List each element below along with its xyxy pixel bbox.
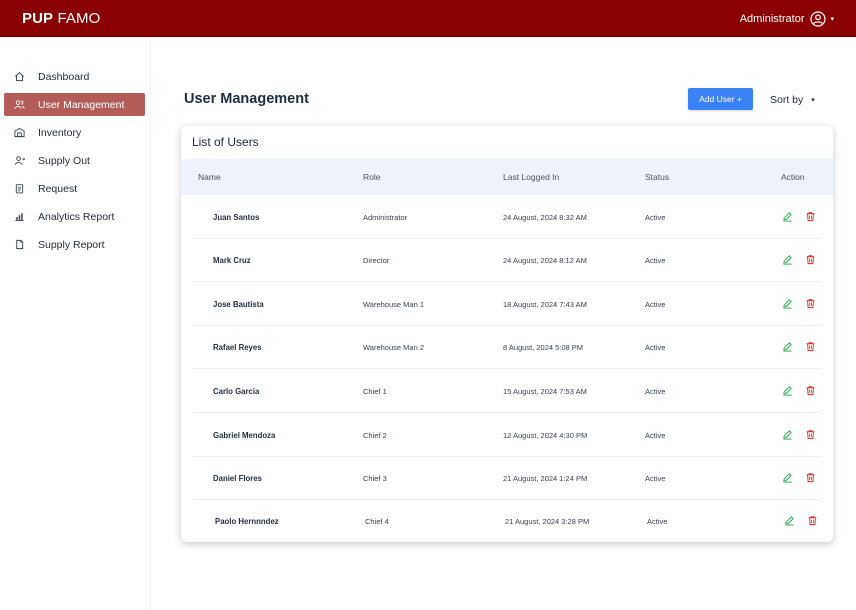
last-login-cell: 12 August, 2024 4:30 PM — [503, 431, 588, 440]
trash-icon[interactable] — [804, 340, 816, 352]
users-icon — [12, 98, 26, 112]
trash-icon[interactable] — [804, 428, 816, 440]
brand-rest: FAMO — [57, 10, 101, 27]
edit-icon[interactable] — [781, 384, 793, 396]
last-login-cell: 21 August, 2024 3:28 PM — [505, 517, 590, 526]
sidebar-item-label: Request — [38, 182, 78, 195]
top-bar: PUP FAMO Administrator ▾ — [0, 0, 856, 37]
chevron-down-icon: ▾ — [811, 97, 815, 104]
user-role-cell: Warehouse Man 2 — [363, 343, 425, 352]
table-row: Juan Santos Administrator 24 August, 2024 … — [193, 196, 821, 239]
user-name-cell: Paolo Hernnndez — [215, 517, 279, 526]
trash-icon[interactable] — [804, 210, 816, 222]
edit-icon[interactable] — [781, 340, 793, 352]
user-out-icon — [12, 154, 26, 168]
last-login-cell: 24 August, 2024 8:12 AM — [503, 256, 587, 265]
status-cell: Active — [647, 517, 668, 526]
user-role-cell: Warehouse Man 1 — [363, 300, 425, 309]
chevron-down-icon: ▾ — [830, 16, 834, 23]
document-icon — [12, 238, 26, 252]
sidebar-item-inventory[interactable]: Inventory — [4, 121, 145, 144]
bar-chart-icon — [12, 210, 26, 224]
user-name-cell: Juan Santos — [213, 213, 260, 222]
sort-label: Sort by — [770, 94, 804, 106]
column-header-role[interactable]: Role — [363, 172, 380, 182]
edit-icon[interactable] — [781, 210, 793, 222]
table-row: Paolo Hernnndez Chief 4 21 August, 2024 3:… — [193, 500, 821, 542]
user-name-cell: Carlo Garcia — [213, 387, 260, 396]
user-name: Administrator — [739, 13, 805, 25]
page-title: User Management — [184, 91, 309, 107]
table-row: Jose Bautista Warehouse Man 1 18 August, 2… — [193, 283, 821, 326]
trash-icon[interactable] — [804, 384, 816, 396]
user-role-cell: Chief 2 — [363, 431, 387, 440]
table-row: Gabriel Mendoza Chief 2 12 August, 2024 4:… — [193, 414, 821, 457]
sidebar-item-supply-report[interactable]: Supply Report — [4, 233, 145, 256]
table-row: Carlo Garcia Chief 1 15 August, 2024 7:53 … — [193, 370, 821, 413]
last-login-cell: 18 August, 2024 7:43 AM — [503, 300, 587, 309]
last-login-cell: 15 August, 2024 7:53 AM — [503, 387, 587, 396]
last-login-cell: 24 August, 2024 8:32 AM — [503, 213, 587, 222]
user-name-cell: Mark Cruz — [213, 256, 251, 265]
user-role-cell: Chief 1 — [363, 387, 387, 396]
table-row: Daniel Flores Chief 3 21 August, 2024 1:24… — [193, 457, 821, 500]
sidebar-item-user-management[interactable]: User Management — [4, 93, 145, 116]
status-cell: Active — [645, 213, 666, 222]
user-role-cell: Chief 4 — [365, 517, 389, 526]
sort-dropdown[interactable]: Sort by ▾ — [770, 94, 815, 106]
user-role-cell: Administrator — [363, 213, 408, 222]
sidebar-item-label: User Management — [38, 98, 125, 111]
column-header-action: Action — [781, 172, 805, 182]
edit-icon[interactable] — [783, 514, 795, 526]
user-menu[interactable]: Administrator ▾ — [740, 10, 834, 28]
column-header-last-logged-in[interactable]: Last Logged In — [503, 172, 559, 182]
last-login-cell: 21 August, 2024 1:24 PM — [503, 474, 588, 483]
trash-icon[interactable] — [806, 514, 818, 526]
user-role-cell: Director — [363, 256, 390, 265]
edit-icon[interactable] — [781, 471, 793, 483]
sidebar-item-request[interactable]: Request — [4, 177, 145, 200]
sidebar-item-dashboard[interactable]: Dashboard — [4, 65, 145, 88]
table-row: Mark Cruz Director 24 August, 2024 8:12 AM… — [193, 239, 821, 282]
trash-icon[interactable] — [804, 297, 816, 309]
trash-icon[interactable] — [804, 471, 816, 483]
table-title: List of Users — [192, 135, 259, 149]
user-name-cell: Jose Bautista — [213, 300, 264, 309]
edit-icon[interactable] — [781, 253, 793, 265]
status-cell: Active — [645, 343, 666, 352]
status-cell: Active — [645, 474, 666, 483]
user-role-cell: Chief 3 — [363, 474, 387, 483]
sidebar-item-label: Inventory — [38, 126, 82, 139]
account-circle-icon — [810, 11, 827, 27]
user-name-cell: Gabriel Mendoza — [213, 431, 276, 440]
edit-icon[interactable] — [781, 428, 793, 440]
column-header-status[interactable]: Status — [645, 172, 669, 182]
edit-icon[interactable] — [781, 297, 793, 309]
user-name-cell: Daniel Flores — [213, 474, 262, 483]
add-user-button[interactable]: Add User + — [688, 88, 753, 110]
sidebar-item-label: Supply Report — [38, 238, 105, 251]
status-cell: Active — [645, 431, 666, 440]
clipboard-icon — [12, 182, 26, 196]
sidebar-item-label: Dashboard — [38, 70, 90, 83]
home-icon — [12, 70, 26, 84]
sidebar-item-analytics-report[interactable]: Analytics Report — [4, 205, 145, 228]
last-login-cell: 8 August, 2024 5:08 PM — [503, 343, 584, 352]
table-row: Rafael Reyes Warehouse Man 2 8 August, 202… — [193, 326, 821, 369]
sidebar-item-label: Analytics Report — [38, 210, 115, 223]
sidebar-item-label: Supply Out — [38, 154, 90, 167]
app-logo[interactable]: PUP FAMO — [22, 10, 100, 27]
warehouse-icon — [12, 126, 26, 140]
status-cell: Active — [645, 387, 666, 396]
brand-bold: PUP — [22, 10, 54, 27]
sidebar-item-supply-out[interactable]: Supply Out — [4, 149, 145, 172]
sidebar: Dashboard User Management Inventory Supp… — [0, 37, 151, 610]
status-cell: Active — [645, 256, 666, 265]
trash-icon[interactable] — [804, 253, 816, 265]
user-name-cell: Rafael Reyes — [213, 343, 262, 352]
status-cell: Active — [645, 300, 666, 309]
column-header-name[interactable]: Name — [198, 172, 221, 182]
table-header: Name Role Last Logged In Status Action — [181, 159, 833, 195]
users-table-card: List of Users Name Role Last Logged In S… — [181, 126, 833, 542]
